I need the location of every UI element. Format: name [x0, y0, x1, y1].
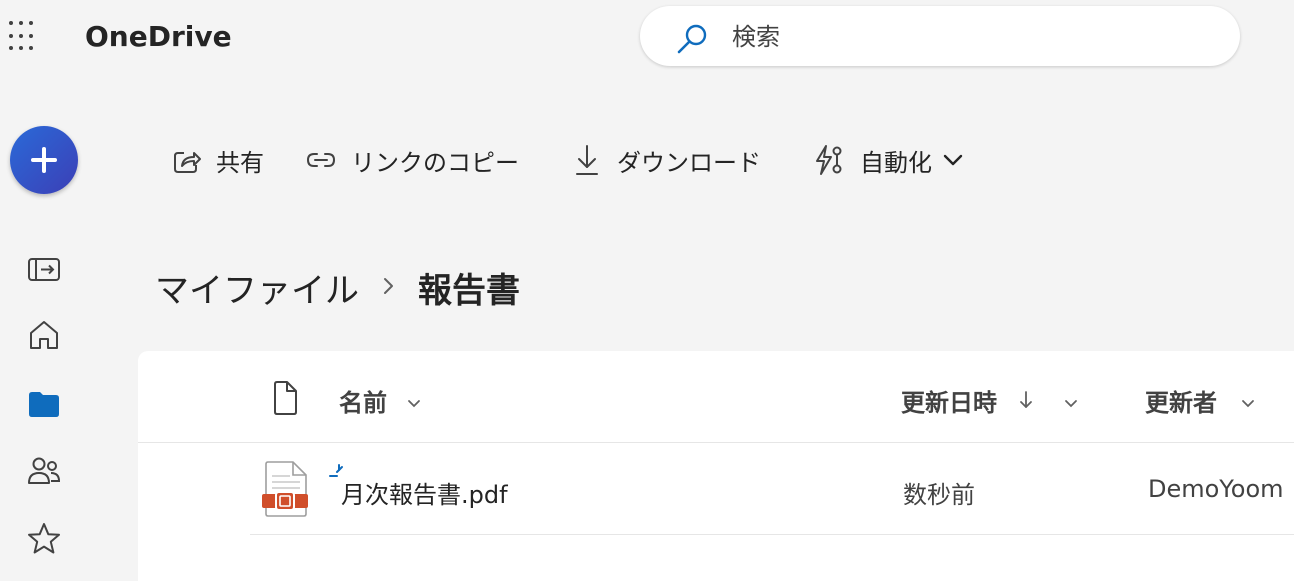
launcher-dot [9, 33, 13, 38]
chevron-right-icon [384, 278, 393, 294]
share-icon [174, 152, 201, 173]
file-modified-by: DemoYoom [1148, 475, 1284, 503]
file-type-header-icon[interactable] [270, 380, 300, 416]
file-modified-time: 数秒前 [903, 481, 975, 509]
file-name-link[interactable]: 月次報告書.pdf [341, 475, 508, 510]
page-title: 報告書 [418, 271, 520, 311]
launcher-dot [29, 21, 33, 25]
launcher-dot [19, 21, 23, 25]
launcher-dot [9, 46, 13, 51]
download-icon [576, 145, 598, 175]
folder-icon[interactable] [24, 384, 64, 424]
star-icon[interactable] [24, 519, 64, 559]
download-label: ダウンロード [617, 148, 761, 177]
launcher-dot [29, 46, 33, 51]
share-button[interactable]: 共有 [172, 140, 264, 180]
pdf-file-icon [262, 461, 308, 517]
download-button[interactable]: ダウンロード [573, 140, 761, 180]
create-new-button[interactable] [10, 126, 78, 194]
launcher-dot [29, 33, 33, 38]
column-header-name[interactable]: 名前 [339, 383, 423, 418]
breadcrumb-my-files[interactable]: マイファイル [155, 263, 359, 312]
share-label: 共有 [216, 148, 264, 177]
copy-link-button[interactable]: リンクのコピー [305, 140, 519, 180]
row-divider [250, 534, 1294, 535]
header-divider [138, 442, 1294, 443]
sidebar-expand-icon[interactable] [24, 249, 64, 289]
column-modified-label: 更新日時 [901, 389, 997, 417]
automate-icon [816, 145, 842, 175]
launcher-dot [19, 46, 23, 51]
chevron-down-icon [408, 400, 421, 408]
app-title[interactable]: OneDrive [85, 20, 232, 53]
launcher-dot [19, 33, 23, 38]
link-icon [306, 153, 336, 167]
column-modified-by-label: 更新者 [1145, 389, 1217, 417]
search-icon [677, 24, 707, 54]
app-launcher-button[interactable] [8, 20, 42, 54]
column-header-modified-by[interactable]: 更新者 [1145, 383, 1257, 418]
automate-label: 自動化 [860, 148, 932, 177]
search-input[interactable] [730, 20, 1214, 54]
search-box[interactable] [640, 6, 1240, 66]
chevron-down-icon [1064, 400, 1077, 408]
sort-descending-icon [1020, 391, 1033, 408]
column-header-modified[interactable]: 更新日時 [901, 383, 1080, 418]
column-name-label: 名前 [339, 389, 387, 417]
home-icon[interactable] [24, 315, 64, 355]
chevron-down-icon [1242, 400, 1255, 408]
launcher-dot [9, 21, 13, 25]
copy-link-label: リンクのコピー [351, 148, 519, 177]
people-icon[interactable] [24, 451, 64, 491]
automate-menu-button[interactable]: 自動化 [812, 140, 980, 180]
chevron-down-icon [943, 154, 963, 166]
